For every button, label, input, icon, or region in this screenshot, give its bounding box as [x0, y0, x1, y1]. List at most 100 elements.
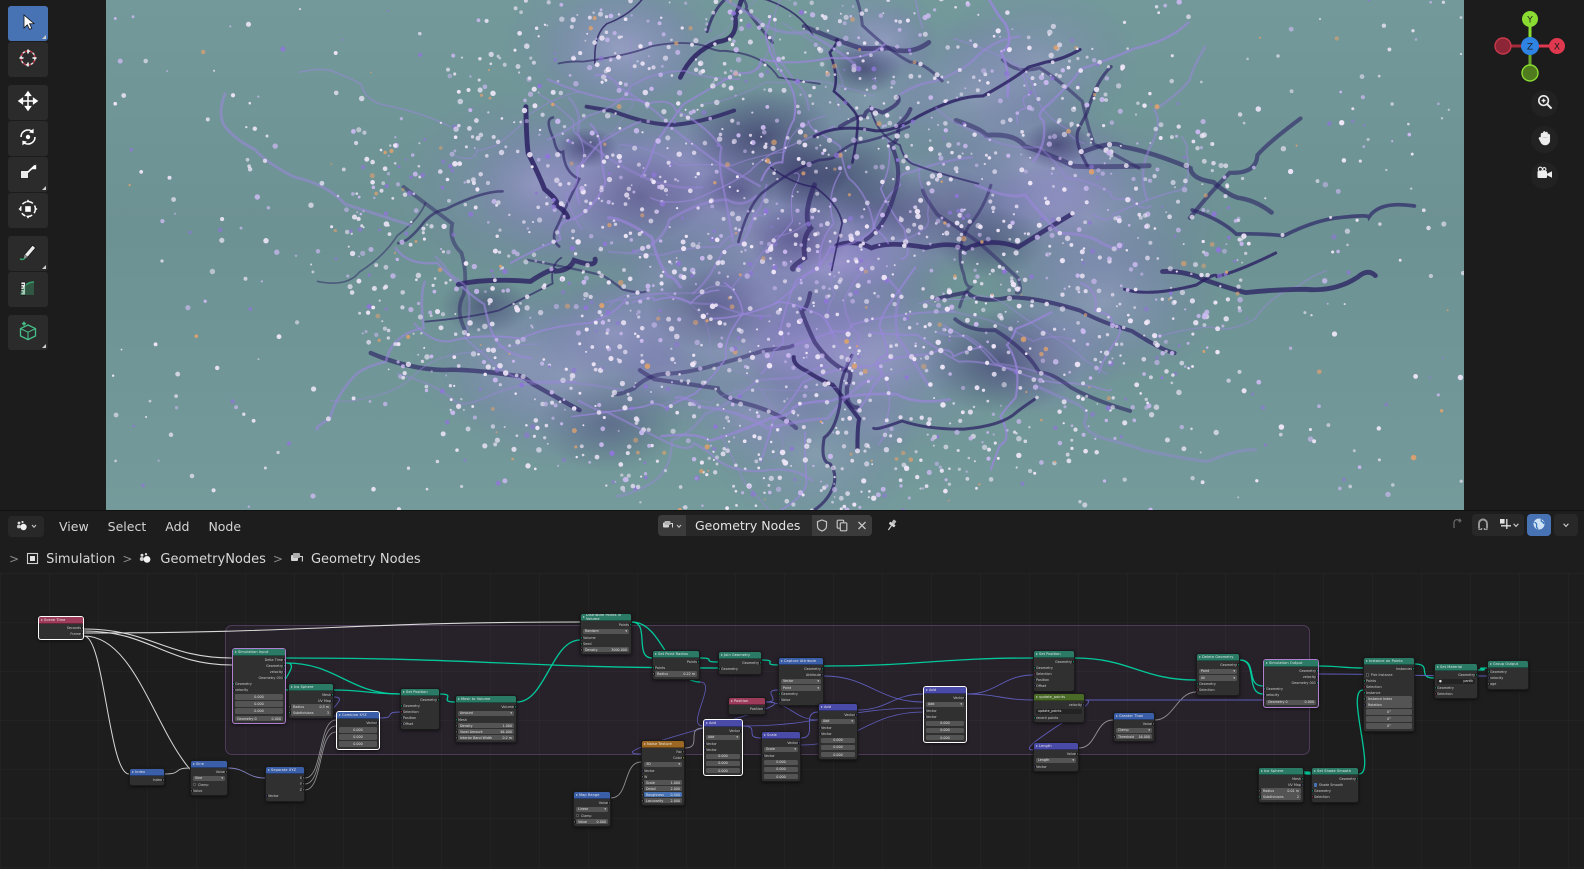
- node-output-socket-row[interactable]: velocity: [1036, 703, 1082, 708]
- node-vector-add-1[interactable]: AddVectorAdd▾VectorVector0.0000.0000.000: [703, 719, 743, 776]
- node-input-socket-row[interactable]: Vector: [268, 794, 302, 799]
- collapse-triangle-icon[interactable]: [1314, 770, 1316, 772]
- datablock-name[interactable]: Geometry Nodes: [686, 515, 812, 536]
- output-socket[interactable]: [740, 729, 743, 732]
- node-input-socket-row[interactable]: Geometry: [235, 682, 283, 687]
- param-field[interactable]: Scale1.000: [644, 780, 682, 786]
- output-socket[interactable]: [798, 741, 801, 744]
- node-ico-sphere-2[interactable]: Ico SphereMeshUV MapRadius0.01 mSubdivis…: [1258, 767, 1304, 803]
- node-input-socket-row[interactable]: velocity: [1266, 693, 1316, 698]
- collapse-triangle-icon[interactable]: [132, 771, 134, 773]
- vector-component-field[interactable]: 0.000: [764, 774, 798, 780]
- node-header[interactable]: Ico Sphere: [289, 684, 333, 691]
- output-socket[interactable]: [81, 632, 84, 635]
- output-socket[interactable]: [608, 801, 611, 804]
- node-combine-xyz-1[interactable]: Combine XYZVector0.0000.0000.000: [336, 711, 380, 750]
- param-field[interactable]: Lacunarity2.000: [644, 798, 682, 804]
- node-header[interactable]: Simulation Input: [233, 649, 285, 656]
- node-param-row[interactable]: Interior Band Width0.2 m: [458, 735, 514, 740]
- value-field[interactable]: Value0.000: [576, 819, 608, 825]
- node-header[interactable]: Set Point Radius: [653, 651, 699, 658]
- breadcrumb[interactable]: >Simulation>GeometryNodes>Geometry Nodes: [0, 545, 1584, 573]
- node-header[interactable]: Scene Time: [39, 617, 83, 624]
- output-socket[interactable]: [1301, 783, 1304, 786]
- node-input-socket-row[interactable]: Value: [193, 788, 225, 793]
- vector-component-field[interactable]: 0.000: [706, 761, 740, 767]
- node-input-value-row[interactable]: Value0.000: [576, 819, 608, 824]
- node-set-shade-smooth[interactable]: Set Shade SmoothGeometryShade SmoothGeom…: [1311, 767, 1359, 803]
- vector-component-field[interactable]: 0.000: [821, 738, 855, 744]
- collapse-triangle-icon[interactable]: [706, 722, 708, 724]
- node-input-socket-row[interactable]: Instance: [1366, 691, 1412, 696]
- tool-addcube[interactable]: [8, 315, 48, 350]
- node-update-points-group[interactable]: update_pointsvelocityupdate_pointsrecent…: [1033, 693, 1085, 723]
- node-input-socket-row[interactable]: Vector: [644, 768, 682, 773]
- checkbox[interactable]: [1314, 783, 1317, 786]
- collapse-triangle-icon[interactable]: [1199, 656, 1201, 658]
- node-header[interactable]: Combine XYZ: [337, 712, 379, 719]
- node-set-position-1[interactable]: Set PositionGeometryGeometrySelectionPos…: [400, 688, 440, 730]
- node-input-socket-row[interactable]: Selection: [1036, 672, 1072, 677]
- checkbox[interactable]: [576, 814, 579, 817]
- node-param-row[interactable]: Instance Index: [1366, 697, 1412, 702]
- tool-scale[interactable]: [8, 157, 48, 192]
- node-output-socket-row[interactable]: Geometry: [235, 664, 283, 669]
- node-input-socket-row[interactable]: Selection: [1366, 685, 1412, 690]
- node-header[interactable]: Instance on Points: [1364, 658, 1414, 665]
- node-output-socket-row[interactable]: Delta Time: [235, 658, 283, 663]
- node-dropdown[interactable]: Scale▾: [764, 747, 798, 753]
- node-header[interactable]: Sine: [191, 761, 227, 768]
- node-footer-field[interactable]: Geometry 00.000: [235, 716, 283, 722]
- node-simulation-output[interactable]: Simulation OutputGeometryvelocityGeometr…: [1263, 659, 1319, 708]
- vector-component-field[interactable]: 0°: [1366, 709, 1412, 715]
- output-socket[interactable]: [377, 721, 380, 724]
- output-socket[interactable]: [81, 626, 84, 629]
- node-tree-icon[interactable]: [658, 515, 686, 536]
- node-output-socket-row[interactable]: Value: [1116, 722, 1152, 727]
- node-output-socket-row[interactable]: Value: [576, 801, 608, 806]
- node-output-socket-row[interactable]: Points: [655, 660, 697, 665]
- menu-add[interactable]: Add: [156, 516, 198, 537]
- collapse-triangle-icon[interactable]: [1116, 715, 1118, 717]
- node-header[interactable]: Simulation Output: [1264, 660, 1318, 667]
- node-output-socket-row[interactable]: Vector: [339, 721, 377, 726]
- collapse-triangle-icon[interactable]: [1366, 660, 1368, 662]
- output-socket[interactable]: [437, 698, 440, 701]
- collapse-triangle-icon[interactable]: [655, 653, 657, 655]
- node-header[interactable]: Group Output: [1488, 661, 1528, 668]
- node-input-socket-row[interactable]: Geometry: [1036, 666, 1072, 671]
- param-field[interactable]: Density1.000: [458, 723, 514, 729]
- node-header[interactable]: Ico Sphere: [1259, 768, 1303, 775]
- node-header[interactable]: Capture Attribute: [779, 658, 823, 665]
- node-input-value-row[interactable]: Radius0.22 m: [655, 672, 697, 677]
- node-input-socket-row[interactable]: age: [1490, 682, 1526, 687]
- output-socket[interactable]: [1475, 673, 1478, 676]
- overlays-dropdown[interactable]: [1554, 514, 1578, 536]
- vector-component-field[interactable]: 0.000: [235, 701, 283, 707]
- node-header[interactable]: Add: [819, 704, 857, 711]
- node-output-socket-row[interactable]: Vector: [821, 713, 855, 718]
- node-input-socket-row[interactable]: Seed: [583, 641, 629, 646]
- node-delete-geometry[interactable]: Delete GeometryGeometryPoint▾All▾Geometr…: [1196, 653, 1240, 696]
- collapse-triangle-icon[interactable]: [926, 689, 928, 691]
- node-input-socket-row[interactable]: Vector: [1036, 764, 1076, 769]
- output-socket[interactable]: [855, 713, 858, 716]
- node-input-socket-row[interactable]: Points: [655, 666, 697, 671]
- snap-controls[interactable]: [1472, 514, 1524, 536]
- node-join-geometry[interactable]: Join GeometryGeometryGeometry: [718, 651, 762, 675]
- node-input-socket-row[interactable]: velocity: [235, 688, 283, 693]
- node-output-socket-row[interactable]: Instances: [1366, 667, 1412, 672]
- output-socket[interactable]: [283, 664, 286, 667]
- node-dropdown[interactable]: Vector▾: [781, 679, 821, 685]
- output-socket[interactable]: [302, 788, 305, 791]
- node-output-socket-row[interactable]: velocity: [1266, 675, 1316, 680]
- output-socket[interactable]: [1356, 777, 1359, 780]
- value-field[interactable]: Radius0.5 m: [291, 704, 331, 710]
- node-input-socket-row[interactable]: Value: [781, 698, 821, 703]
- node-output-socket-row[interactable]: Fac: [644, 750, 682, 755]
- node-checkbox-row[interactable]: Shade Smooth: [1314, 783, 1356, 788]
- node-output-socket-row[interactable]: Geometry: [781, 667, 821, 672]
- node-math-sine[interactable]: SineValueSine▾ClampValue: [190, 760, 228, 796]
- collapse-triangle-icon[interactable]: [576, 794, 578, 796]
- node-header[interactable]: Set Shade Smooth: [1312, 768, 1358, 775]
